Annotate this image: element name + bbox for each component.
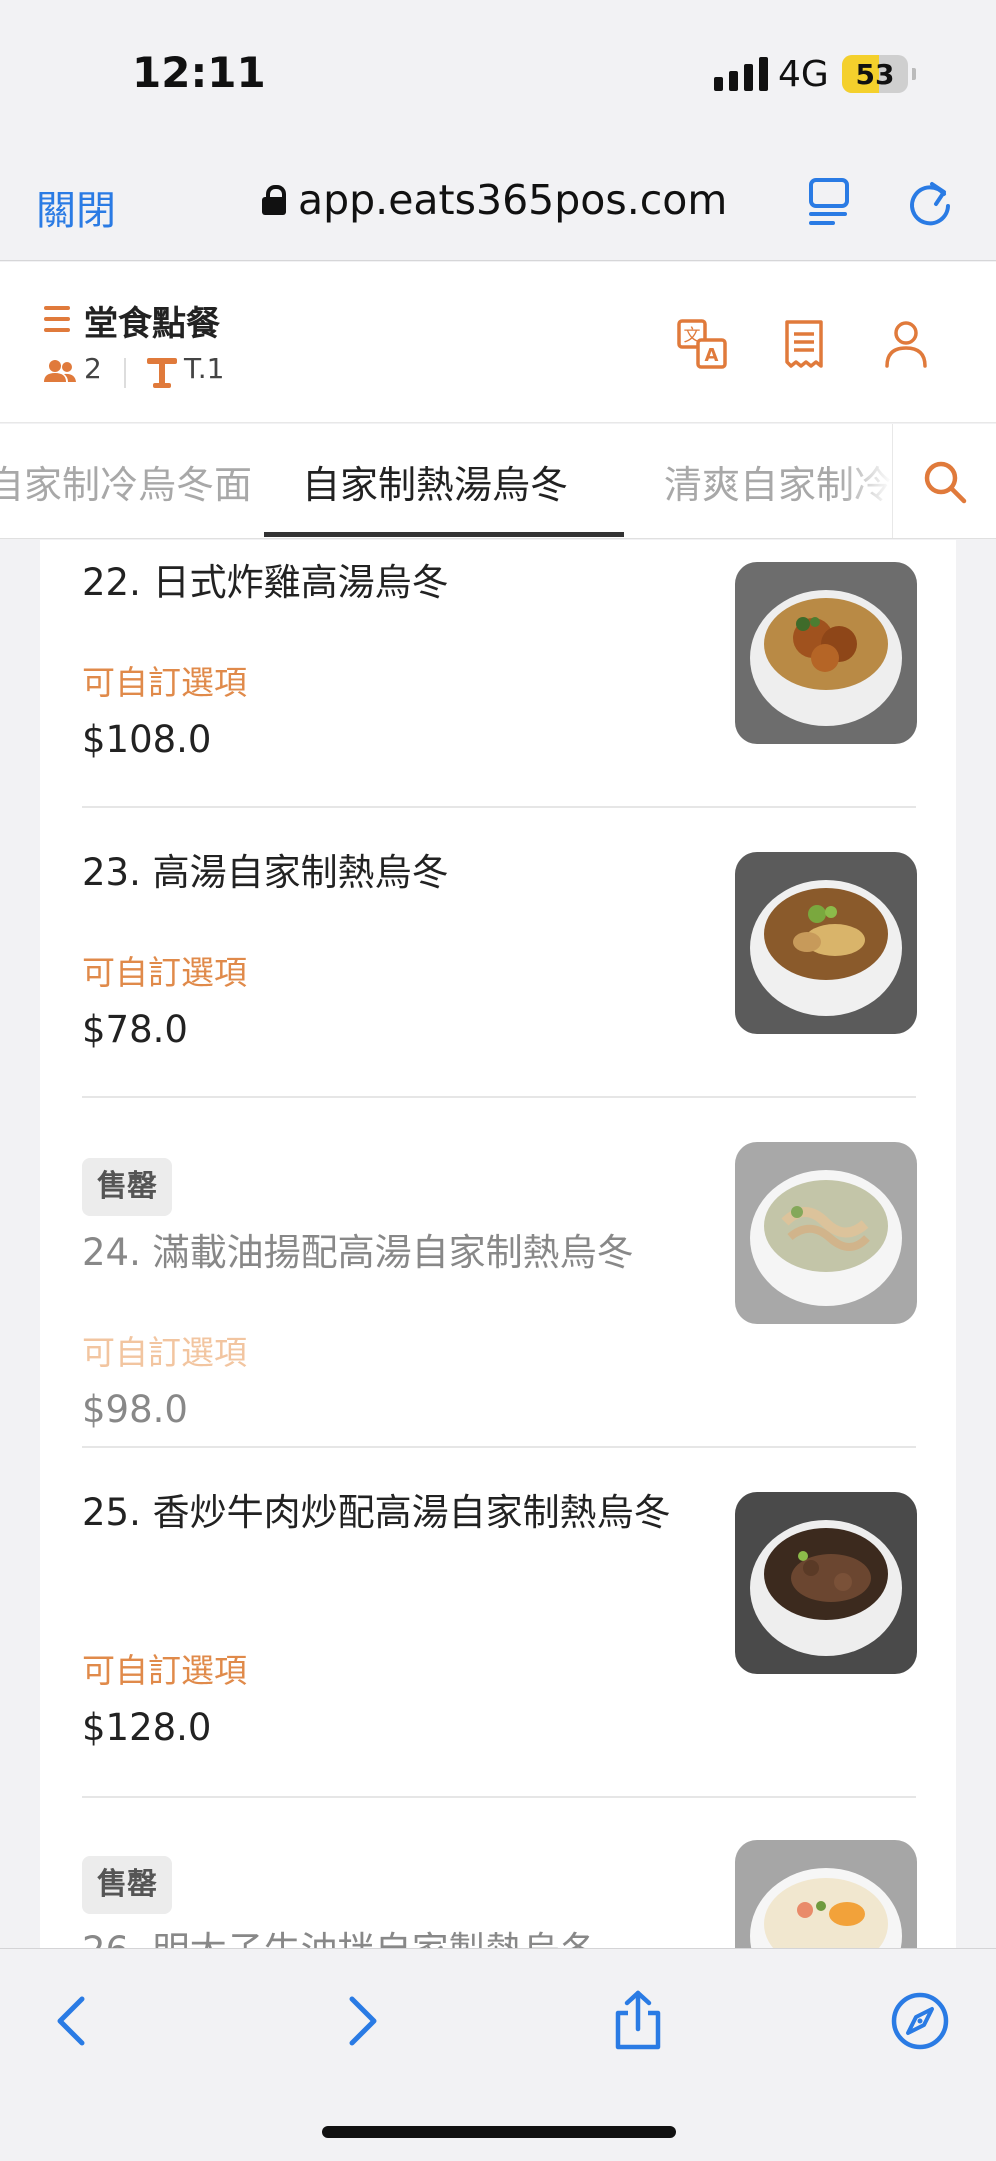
- item-name: 22. 日式炸雞高湯烏冬: [82, 561, 449, 604]
- back-icon[interactable]: [42, 1989, 106, 2053]
- app-header: 堂食點餐 2 T.1 文 A: [0, 262, 996, 423]
- item-price: $108.0: [82, 718, 212, 761]
- item-image[interactable]: [735, 1142, 917, 1324]
- table-icon: [147, 358, 177, 388]
- svg-text:A: A: [705, 345, 719, 366]
- user-icon[interactable]: [880, 318, 932, 370]
- network-label: 4G: [778, 54, 829, 95]
- translate-icon[interactable]: 文 A: [676, 318, 728, 370]
- reader-icon[interactable]: [800, 172, 860, 232]
- item-price: $128.0: [82, 1706, 212, 1749]
- signal-icon: [714, 55, 768, 91]
- url-text: app.eats365pos.com: [298, 176, 728, 224]
- address-bar[interactable]: app.eats365pos.com: [262, 176, 727, 224]
- category-tabs: 自家制冷烏冬面 自家制熱湯烏冬 清爽自家制冷: [0, 424, 996, 539]
- active-tab-indicator: [264, 532, 624, 537]
- item-image[interactable]: [735, 1840, 917, 1948]
- item-option-label: 可自訂選項: [82, 953, 247, 992]
- tab-hot-soup-udon[interactable]: 自家制熱湯烏冬: [302, 454, 568, 509]
- item-name: 24. 滿載油揚配高湯自家制熱烏冬: [82, 1231, 634, 1274]
- status-bar: 12:11 4G 53: [0, 0, 996, 150]
- battery-level: 53: [855, 58, 895, 91]
- item-price: $98.0: [82, 1388, 188, 1431]
- menu-item[interactable]: 25. 香炒牛肉炒配高湯自家制熱烏冬 可自訂選項 $128.0: [40, 1470, 956, 1818]
- item-image[interactable]: [735, 1492, 917, 1674]
- forward-icon[interactable]: [328, 1989, 392, 2053]
- receipt-icon[interactable]: [778, 318, 830, 370]
- item-image[interactable]: [735, 852, 917, 1034]
- item-price: $78.0: [82, 1008, 188, 1051]
- table-number: T.1: [184, 352, 225, 385]
- people-icon: [44, 360, 76, 382]
- compass-icon[interactable]: [888, 1989, 952, 2053]
- menu-item[interactable]: 售罄 24. 滿載油揚配高湯自家制熱烏冬 可自訂選項 $98.0: [40, 1120, 956, 1470]
- menu-item[interactable]: 23. 高湯自家制熱烏冬 可自訂選項 $78.0: [40, 830, 956, 1120]
- menu-item[interactable]: 22. 日式炸雞高湯烏冬 可自訂選項 $108.0: [40, 540, 956, 830]
- browser-toolbar: 關閉 app.eats365pos.com: [0, 150, 996, 261]
- menu-item-list: 22. 日式炸雞高湯烏冬 可自訂選項 $108.0 23. 高湯自家制熱烏冬 可…: [40, 540, 956, 1948]
- item-name: 25. 香炒牛肉炒配高湯自家制熱烏冬: [82, 1491, 671, 1534]
- tab-cold-udon[interactable]: 自家制冷烏冬面: [0, 454, 252, 509]
- menu-item[interactable]: 售罄 26. 明太子牛油拌自家製熱烏冬: [40, 1818, 956, 1948]
- item-name: 23. 高湯自家制熱烏冬: [82, 851, 449, 894]
- search-button[interactable]: [892, 424, 996, 538]
- search-icon: [924, 461, 967, 504]
- lock-icon: [262, 185, 286, 215]
- home-indicator: [322, 2126, 676, 2138]
- status-time: 12:11: [132, 48, 266, 97]
- item-option-label: 可自訂選項: [82, 1651, 247, 1690]
- reload-icon[interactable]: [900, 172, 960, 232]
- divider: [124, 358, 126, 388]
- item-option-label: 可自訂選項: [82, 1333, 247, 1372]
- battery-icon: 53: [842, 55, 916, 93]
- close-button[interactable]: 關閉: [36, 178, 116, 236]
- share-icon[interactable]: [606, 1989, 670, 2053]
- item-option-label: 可自訂選項: [82, 663, 247, 702]
- hamburger-icon[interactable]: [44, 306, 70, 339]
- item-name: 26. 明太子牛油拌自家製熱烏冬: [82, 1922, 722, 1948]
- sold-out-badge: 售罄: [82, 1158, 172, 1216]
- item-image[interactable]: [735, 562, 917, 744]
- page-title: 堂食點餐: [84, 304, 220, 344]
- guest-count: 2: [84, 352, 102, 385]
- sold-out-badge: 售罄: [82, 1856, 172, 1914]
